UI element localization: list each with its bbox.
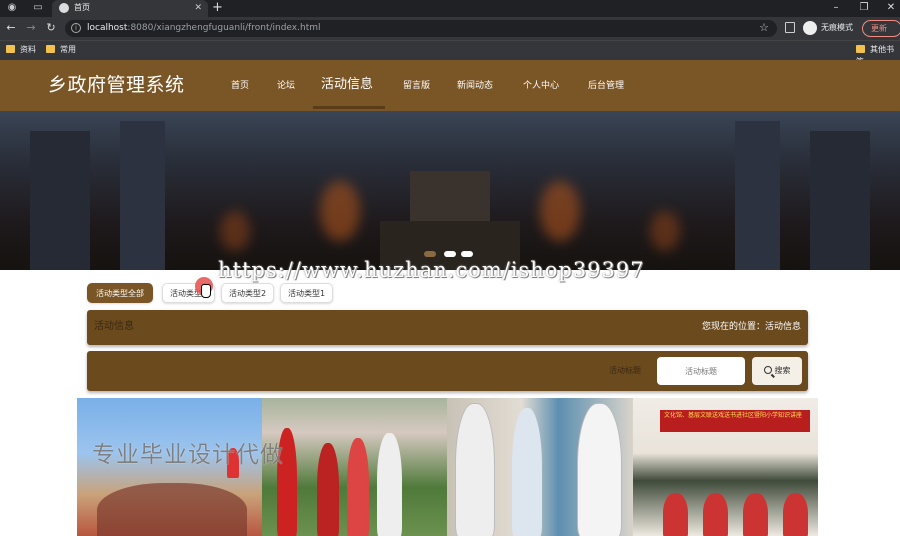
- nav-admin[interactable]: 后台管理: [588, 80, 624, 92]
- search-icon: [763, 366, 772, 374]
- url-field[interactable]: i localhost:8080/xiangzhengfuguanli/fron…: [65, 20, 777, 37]
- search-input[interactable]: [657, 357, 745, 385]
- back-icon[interactable]: ←: [4, 21, 18, 35]
- search-label: 活动标题: [609, 366, 641, 375]
- filter-type-1[interactable]: 活动类型1: [280, 283, 333, 303]
- breadcrumb: 您现在的位置：活动信息: [701, 322, 801, 332]
- active-nav-indicator: [313, 106, 385, 109]
- site-title: 乡政府管理系统: [48, 74, 185, 96]
- hero-banner: [0, 111, 900, 270]
- url-text: localhost:8080/xiangzhengfuguanli/front/…: [87, 23, 321, 33]
- nav-forum[interactable]: 论坛: [277, 80, 295, 92]
- update-button[interactable]: 更新: [862, 20, 900, 37]
- browser-tab[interactable]: 首页 ✕: [52, 0, 208, 17]
- nav-home[interactable]: 首页: [231, 80, 249, 92]
- forward-icon[interactable]: →: [24, 21, 38, 35]
- close-tab-icon[interactable]: ✕: [194, 2, 202, 14]
- minimize-icon[interactable]: –: [823, 0, 849, 17]
- nav-personal-center[interactable]: 个人中心: [523, 80, 559, 92]
- new-tab-icon[interactable]: +: [212, 1, 223, 15]
- folder-icon: [856, 45, 865, 53]
- watermark-text: https://www.huzhan.com/ishop39397: [218, 258, 645, 282]
- bookmark-star-icon[interactable]: ☆: [759, 21, 769, 35]
- window-close-icon[interactable]: ✕: [878, 0, 900, 17]
- photo-banner-text: 文化馆、基层文联送戏送书进社区暨阳小学知识讲座: [660, 410, 810, 432]
- incognito-icon: [803, 21, 817, 35]
- globe-icon: [59, 3, 69, 13]
- address-bar-row: ← → ↻ i localhost:8080/xiangzhengfuguanl…: [0, 17, 900, 40]
- location-bar: 活动信息 您现在的位置：活动信息: [87, 310, 808, 345]
- activity-card-3[interactable]: [447, 398, 633, 536]
- site-header: 乡政府管理系统 首页 论坛 活动信息 留言版 新闻动态 个人中心 后台管理: [0, 60, 900, 111]
- browser-tab-bar: ◉ ▭ 首页 ✕ + – ❐ ✕: [0, 0, 900, 17]
- reload-icon[interactable]: ↻: [44, 21, 58, 35]
- folder-icon: [46, 45, 55, 53]
- hand-cursor-icon: [201, 284, 211, 298]
- folder-icon: [6, 45, 15, 53]
- browser-menu-icon[interactable]: ◉: [6, 2, 18, 14]
- activity-card-2[interactable]: [262, 398, 447, 536]
- bookmarks-bar: 资料 常用 其他书签: [0, 40, 900, 66]
- tab-list-icon[interactable]: ▭: [32, 2, 44, 14]
- side-panel-icon[interactable]: [785, 22, 795, 33]
- carousel-dot-1[interactable]: [424, 251, 436, 257]
- filter-all[interactable]: 活动类型全部: [87, 283, 153, 303]
- nav-guestbook[interactable]: 留言版: [403, 80, 430, 92]
- nav-news[interactable]: 新闻动态: [457, 80, 493, 92]
- info-icon[interactable]: i: [71, 23, 81, 33]
- bookmark-folder-1[interactable]: 资料: [6, 44, 36, 56]
- search-bar: 活动标题 搜索: [87, 351, 808, 391]
- section-label: 活动信息: [94, 321, 134, 332]
- carousel-dot-2[interactable]: [444, 251, 456, 257]
- search-button[interactable]: 搜索: [752, 357, 802, 385]
- nav-activities[interactable]: 活动信息: [321, 76, 373, 94]
- carousel-dot-3[interactable]: [461, 251, 473, 257]
- restore-icon[interactable]: ❐: [851, 0, 877, 17]
- filter-type-2[interactable]: 活动类型2: [221, 283, 274, 303]
- tab-title: 首页: [74, 3, 90, 12]
- bookmark-folder-2[interactable]: 常用: [46, 44, 76, 56]
- photo-overlay-text: 专业毕业设计代做: [92, 442, 284, 468]
- incognito-label: 无痕模式: [821, 23, 853, 32]
